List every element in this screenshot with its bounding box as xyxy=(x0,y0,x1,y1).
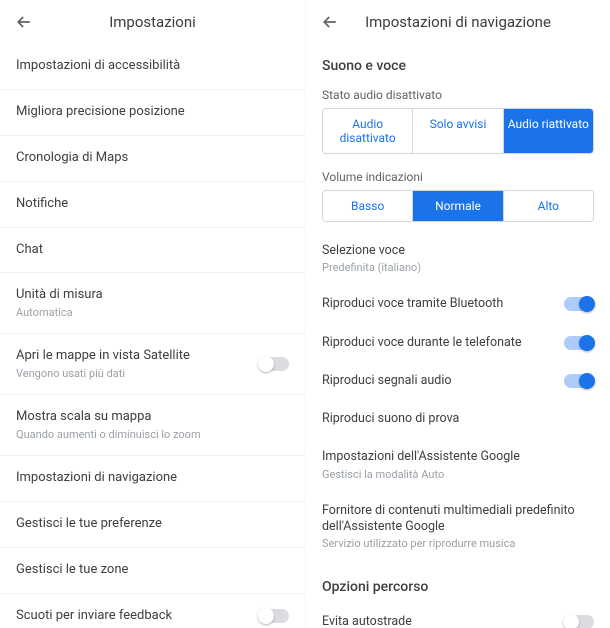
header: Impostazioni di navigazione xyxy=(306,0,610,44)
item-sublabel: Predefinita (italiano) xyxy=(322,261,594,274)
item-label: Fornitore di contenuti multimediali pred… xyxy=(322,503,594,536)
settings-row[interactable]: Chat xyxy=(0,228,305,274)
item-label: Impostazioni dell'Assistente Google xyxy=(322,449,594,465)
toggle-switch[interactable] xyxy=(564,297,594,311)
page-title: Impostazioni di navigazione xyxy=(306,13,610,31)
nav-settings-panel: Impostazioni di navigazione Suono e voce… xyxy=(305,0,610,628)
row-label: Mostra scala su mappa xyxy=(16,409,289,426)
item-sublabel: Servizio utilizzato per riprodurre music… xyxy=(322,537,594,550)
row-label: Gestisci le tue preferenze xyxy=(16,516,289,533)
toggle-switch[interactable] xyxy=(564,374,594,388)
row-label: Migliora precisione posizione xyxy=(16,104,289,121)
mute-option[interactable]: Audio riattivato xyxy=(503,109,593,153)
route-options-list: Evita autostradeEvita pedaggi xyxy=(306,603,610,628)
volume-label: Volume indicazioni xyxy=(306,164,610,190)
settings-row[interactable]: Notifiche xyxy=(0,182,305,228)
row-sublabel: Vengono usati più dati xyxy=(16,367,247,380)
settings-row[interactable]: Mostra scala su mappa Quando aumenti o di… xyxy=(0,395,305,456)
row-label: Notifiche xyxy=(16,196,289,213)
settings-panel: Impostazioni Impostazioni di accessibili… xyxy=(0,0,305,628)
row-label: Cronologia di Maps xyxy=(16,150,289,167)
toggle-switch[interactable] xyxy=(564,615,594,628)
settings-row[interactable]: Impostazioni di accessibilità xyxy=(0,44,305,90)
volume-segmented: BassoNormaleAlto xyxy=(322,190,594,222)
settings-item[interactable]: Riproduci segnali audio xyxy=(306,362,610,400)
settings-item[interactable]: Riproduci suono di prova xyxy=(306,400,610,438)
section-sound-voice: Suono e voce xyxy=(306,44,610,82)
row-label: Impostazioni di navigazione xyxy=(16,470,289,487)
settings-list: Impostazioni di accessibilità Migliora pr… xyxy=(0,44,305,628)
item-sublabel: Gestisci la modalità Auto xyxy=(322,468,594,481)
mute-option[interactable]: Audio disattivato xyxy=(323,109,412,153)
back-button[interactable] xyxy=(12,10,36,34)
settings-item[interactable]: Riproduci voce tramite Bluetooth xyxy=(306,285,610,323)
arrow-left-icon xyxy=(14,12,34,32)
settings-row[interactable]: Migliora precisione posizione xyxy=(0,90,305,136)
back-button[interactable] xyxy=(318,10,342,34)
volume-option[interactable]: Alto xyxy=(503,191,593,221)
row-label: Scuoti per inviare feedback xyxy=(16,608,247,625)
settings-row[interactable]: Gestisci le tue preferenze xyxy=(0,502,305,548)
settings-row[interactable]: Impostazioni di navigazione xyxy=(0,456,305,502)
mute-state-label: Stato audio disattivato xyxy=(306,82,610,108)
row-label: Chat xyxy=(16,242,289,259)
mute-state-segmented: Audio disattivatoSolo avvisiAudio riatti… xyxy=(322,108,594,154)
item-label: Riproduci voce tramite Bluetooth xyxy=(322,296,552,312)
settings-item[interactable]: Fornitore di contenuti multimediali pred… xyxy=(306,492,610,562)
row-label: Gestisci le tue zone xyxy=(16,562,289,579)
settings-item[interactable]: Impostazioni dell'Assistente Google Gesti… xyxy=(306,438,610,491)
item-label: Riproduci segnali audio xyxy=(322,373,552,389)
settings-item[interactable]: Evita autostrade xyxy=(306,603,610,628)
settings-item[interactable]: Riproduci voce durante le telefonate xyxy=(306,324,610,362)
row-label: Impostazioni di accessibilità xyxy=(16,58,289,75)
toggle-switch[interactable] xyxy=(259,609,289,623)
row-label: Apri le mappe in vista Satellite xyxy=(16,348,247,365)
item-label: Selezione voce xyxy=(322,243,594,259)
settings-row[interactable]: Gestisci le tue zone xyxy=(0,548,305,594)
settings-row[interactable]: Unità di misura Automatica xyxy=(0,273,305,334)
settings-row[interactable]: Scuoti per inviare feedback xyxy=(0,594,305,628)
mute-option[interactable]: Solo avvisi xyxy=(412,109,502,153)
item-label: Riproduci voce durante le telefonate xyxy=(322,335,552,351)
row-sublabel: Quando aumenti o diminuisci lo zoom xyxy=(16,428,289,441)
item-label: Evita autostrade xyxy=(322,614,552,628)
toggle-switch[interactable] xyxy=(564,336,594,350)
sound-settings-list: Selezione voce Predefinita (italiano) Ripr… xyxy=(306,232,610,561)
toggle-switch[interactable] xyxy=(259,357,289,371)
row-label: Unità di misura xyxy=(16,287,289,304)
item-label: Riproduci suono di prova xyxy=(322,411,594,427)
section-route-options: Opzioni percorso xyxy=(306,561,610,603)
volume-option[interactable]: Normale xyxy=(412,191,502,221)
volume-option[interactable]: Basso xyxy=(323,191,412,221)
page-title: Impostazioni xyxy=(0,13,305,31)
header: Impostazioni xyxy=(0,0,305,44)
settings-row[interactable]: Apri le mappe in vista Satellite Vengono … xyxy=(0,334,305,395)
settings-item[interactable]: Selezione voce Predefinita (italiano) xyxy=(306,232,610,285)
arrow-left-icon xyxy=(320,12,340,32)
settings-row[interactable]: Cronologia di Maps xyxy=(0,136,305,182)
row-sublabel: Automatica xyxy=(16,306,289,319)
